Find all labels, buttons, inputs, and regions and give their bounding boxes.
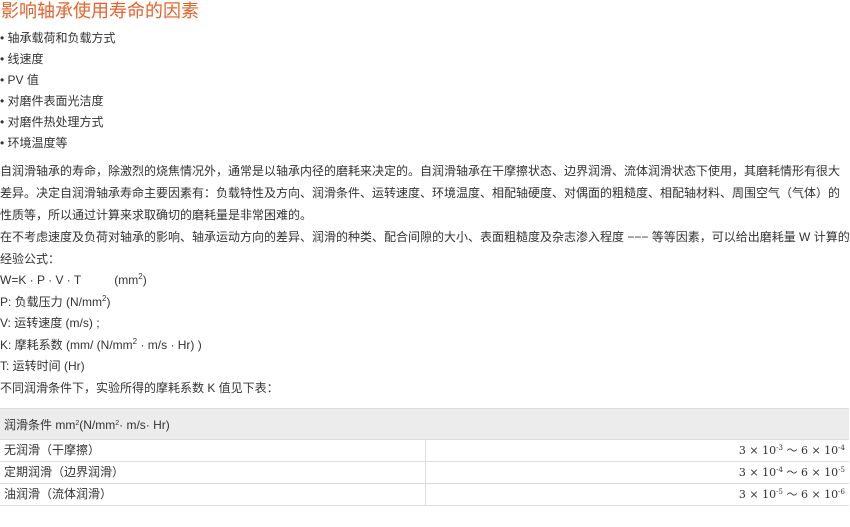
definition-t: T: 运转时间 (Hr) [0,359,85,373]
factor-list: 轴承载荷和负载方式 线速度 PV 值 对磨件表面光洁度 对磨件热处理方式 环境温… [0,29,116,155]
list-item: 对磨件热处理方式 [0,113,116,134]
list-item: 环境温度等 [0,134,116,155]
wear-formula: W=K · P · V · T (mm2) [0,270,279,292]
condition-cell: 定期润滑（边界润滑） [0,461,426,484]
list-item: 对磨件表面光洁度 [0,92,116,113]
list-item: PV 值 [0,71,116,92]
formula-unit: (mm2) [114,272,147,288]
formula-expression: W=K · P · V · T [0,273,82,287]
page: 影响轴承使用寿命的因素 轴承载荷和负载方式 线速度 PV 值 对磨件表面光洁度 … [0,0,850,527]
list-item: 轴承载荷和负载方式 [0,29,116,50]
page-title: 影响轴承使用寿命的因素 [1,1,199,21]
table-intro: 不同润滑条件下，实验所得的摩耗系数 K 值见下表： [0,380,279,395]
table-row: 定期润滑（边界润滑） 3 × 10-4 ～ 6 × 10-5 [0,461,849,484]
table-header: 润滑条件 mm2(N/mm2· m/s· Hr) [0,408,849,440]
wear-coefficient-table: 润滑条件 mm2(N/mm2· m/s· Hr) 无润滑（干摩擦） 3 × 10… [0,408,849,506]
condition-cell: 油润滑（流体润滑） [0,483,426,506]
definition-k: K: 摩耗系数 (mm/ (N/mm2 · m/s · Hr) ) [0,336,202,352]
condition-cell: 无润滑（干摩擦） [0,439,426,462]
value-cell: 3 × 10-4 ～ 6 × 10-5 [425,461,849,484]
paragraph-life: 自润滑轴承的寿命，除激烈的烧焦情况外，通常是以轴承内径的磨耗来决定的。自润滑轴承… [0,164,841,222]
value-cell: 3 × 10-5 ～ 6 × 10-6 [425,483,849,506]
value-cell: 3 × 10-3 ～ 6 × 10-4 [425,439,849,462]
table-row: 油润滑（流体润滑） 3 × 10-5 ～ 6 × 10-6 [0,483,849,506]
definition-p: P: 负载压力 (N/mm2) [0,293,111,309]
formula-block: W=K · P · V · T (mm2) P: 负载压力 (N/mm2) V: … [0,270,279,399]
table-row: 无润滑（干摩擦） 3 × 10-3 ～ 6 × 10-4 [0,439,849,462]
definition-v: V: 运转速度 (m/s) ; [0,316,100,330]
list-item: 线速度 [0,50,116,71]
paragraph-formula-intro: 在不考虑速度及负荷对轴承的影响、轴承运动方向的差异、润滑的种类、配合间隙的大小、… [0,230,850,266]
